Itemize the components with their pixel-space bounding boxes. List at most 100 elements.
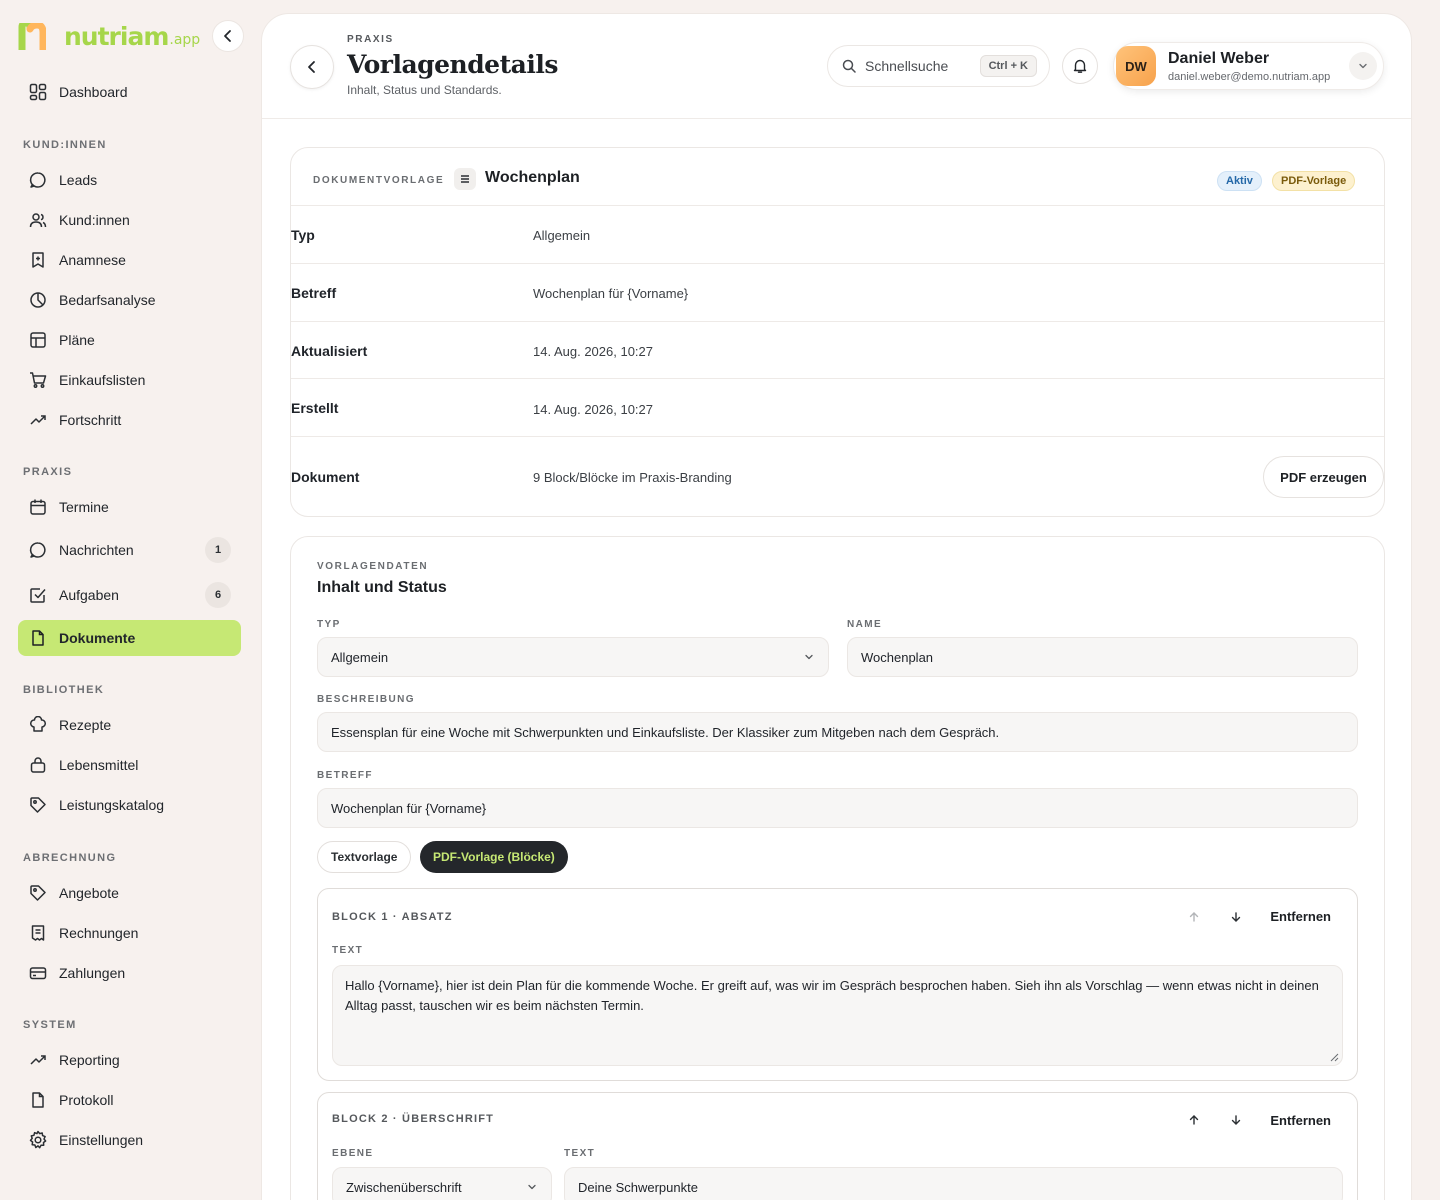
- avatar: DW: [1116, 46, 1156, 86]
- sidebar-item-fortschritt[interactable]: Fortschritt: [18, 402, 241, 438]
- search-placeholder: Schnellsuche: [865, 58, 949, 74]
- betreff-label: BETREFF: [317, 770, 373, 781]
- detail-row-aktualisiert: Aktualisiert 14. Aug. 2026, 10:27: [291, 322, 1384, 379]
- user-menu-toggle[interactable]: [1349, 52, 1377, 80]
- ebene-select[interactable]: Zwischenüberschrift: [332, 1167, 552, 1200]
- clock-chart-icon: [28, 290, 48, 310]
- message-icon: [28, 540, 48, 560]
- sidebar-item-label: Termine: [59, 499, 109, 515]
- sidebar-item-aufgaben[interactable]: Aufgaben 6: [18, 577, 241, 613]
- receipt-icon: [28, 923, 48, 943]
- sidebar-item-lebensmittel[interactable]: Lebensmittel: [18, 747, 241, 783]
- block-2-text-field[interactable]: Deine Schwerpunkte: [564, 1167, 1343, 1200]
- sidebar-item-reporting[interactable]: Reporting: [18, 1042, 241, 1078]
- sidebar-item-leistungskatalog[interactable]: Leistungskatalog: [18, 787, 241, 823]
- cart-icon: [28, 370, 48, 390]
- sidebar-item-rezepte[interactable]: Rezepte: [18, 707, 241, 743]
- detail-key: Betreff: [291, 285, 337, 301]
- brand-name: nutriam: [64, 22, 169, 51]
- section-system: SYSTEM: [23, 1019, 77, 1031]
- generate-pdf-button[interactable]: PDF erzeugen: [1263, 456, 1384, 498]
- typ-select[interactable]: Allgemein: [317, 637, 829, 677]
- user-name: Daniel Weber: [1168, 50, 1270, 67]
- detail-header: DOKUMENTVORLAGE Wochenplan Aktiv PDF-Vor…: [291, 148, 1384, 206]
- grid-table-icon: [28, 330, 48, 350]
- section-praxis: PRAXIS: [23, 466, 73, 478]
- sidebar-item-protokoll[interactable]: Protokoll: [18, 1082, 241, 1118]
- sidebar-item-einkaufslisten[interactable]: Einkaufslisten: [18, 362, 241, 398]
- detail-key: Erstellt: [291, 400, 339, 416]
- detail-row-typ: Typ Allgemein: [291, 206, 1384, 264]
- typ-label: TYP: [317, 619, 341, 630]
- quick-search[interactable]: Schnellsuche Ctrl + K: [827, 45, 1050, 87]
- sidebar-item-dashboard[interactable]: Dashboard: [18, 74, 241, 110]
- detail-row-erstellt: Erstellt 14. Aug. 2026, 10:27: [291, 379, 1384, 437]
- sidebar-item-plaene[interactable]: Pläne: [18, 322, 241, 358]
- sidebar-item-anamnese[interactable]: Anamnese: [18, 242, 241, 278]
- sidebar-item-label: Pläne: [59, 332, 95, 348]
- calendar-icon: [28, 497, 48, 517]
- sidebar-item-rechnungen[interactable]: Rechnungen: [18, 915, 241, 951]
- move-down-button[interactable]: [1224, 1108, 1248, 1132]
- move-up-button[interactable]: [1182, 1108, 1206, 1132]
- block-1-text-area[interactable]: Hallo {Vorname}, hier ist dein Plan für …: [332, 965, 1343, 1066]
- trend-up-icon: [28, 410, 48, 430]
- notifications-button[interactable]: [1062, 48, 1098, 84]
- block-title: BLOCK 2 · ÜBERSCHRIFT: [332, 1113, 495, 1125]
- name-field[interactable]: Wochenplan: [847, 637, 1358, 677]
- breadcrumb[interactable]: PRAXIS: [347, 34, 394, 45]
- mode-textvorlage-toggle[interactable]: Textvorlage: [317, 841, 412, 873]
- mode-pdf-blocks-toggle[interactable]: PDF-Vorlage (Blöcke): [420, 841, 568, 873]
- unread-count-badge: 1: [205, 537, 231, 563]
- sidebar-item-nachrichten[interactable]: Nachrichten 1: [18, 532, 241, 568]
- sidebar: nutriam .app Dashboard KUND:INNEN Leads …: [0, 0, 260, 1200]
- detail-value: Wochenplan für {Vorname}: [533, 286, 689, 301]
- sidebar-item-kundinnen[interactable]: Kund:innen: [18, 202, 241, 238]
- block-2: BLOCK 2 · ÜBERSCHRIFT Entfernen EBENE Zw…: [317, 1092, 1358, 1200]
- sidebar-item-label: Reporting: [59, 1052, 120, 1068]
- sidebar-item-zahlungen[interactable]: Zahlungen: [18, 955, 241, 991]
- detail-label: DOKUMENTVORLAGE: [313, 175, 445, 186]
- sidebar-item-label: Protokoll: [59, 1092, 114, 1108]
- betreff-field[interactable]: Wochenplan für {Vorname}: [317, 788, 1358, 828]
- remove-block-button[interactable]: Entfernen: [1270, 909, 1331, 924]
- chef-hat-icon: [28, 715, 48, 735]
- sidebar-item-dokumente[interactable]: Dokumente: [18, 620, 241, 656]
- user-menu[interactable]: DW Daniel Weber daniel.weber@demo.nutria…: [1113, 42, 1384, 90]
- sidebar-item-angebote[interactable]: Angebote: [18, 875, 241, 911]
- page-subtitle: Inhalt, Status und Standards.: [347, 83, 502, 97]
- beschreibung-field[interactable]: Essensplan für eine Woche mit Schwerpunk…: [317, 712, 1358, 752]
- move-down-button[interactable]: [1224, 905, 1248, 929]
- logo[interactable]: nutriam .app: [18, 20, 200, 50]
- name-value: Wochenplan: [861, 649, 934, 665]
- section-bibliothek: BIBLIOTHEK: [23, 684, 105, 696]
- main-panel: PRAXIS Vorlagendetails Inhalt, Status un…: [261, 13, 1412, 1200]
- betreff-value: Wochenplan für {Vorname}: [331, 800, 487, 816]
- credit-card-icon: [28, 963, 48, 983]
- basket-icon: [28, 755, 48, 775]
- typ-value: Allgemein: [331, 649, 389, 665]
- move-up-button[interactable]: [1182, 905, 1206, 929]
- beschreibung-value: Essensplan für eine Woche mit Schwerpunk…: [331, 724, 1000, 740]
- logo-mark-icon: [18, 23, 46, 50]
- resize-handle-icon[interactable]: [1330, 1053, 1339, 1062]
- remove-block-button[interactable]: Entfernen: [1270, 1113, 1331, 1128]
- status-badge: Aktiv: [1217, 171, 1262, 191]
- menu-lines-icon: [454, 168, 476, 190]
- gear-icon: [28, 1130, 48, 1150]
- collapse-sidebar-button[interactable]: [212, 20, 244, 52]
- section-abrechnung: ABRECHNUNG: [23, 852, 117, 864]
- task-count-badge: 6: [205, 582, 231, 608]
- document-icon: [28, 1090, 48, 1110]
- sidebar-item-leads[interactable]: Leads: [18, 162, 241, 198]
- sidebar-item-einstellungen[interactable]: Einstellungen: [18, 1122, 241, 1158]
- sidebar-item-termine[interactable]: Termine: [18, 489, 241, 525]
- text-label: TEXT: [564, 1148, 596, 1159]
- arrow-up-icon: [1189, 912, 1199, 922]
- back-button[interactable]: [290, 45, 334, 89]
- section-kunden: KUND:INNEN: [23, 139, 107, 151]
- chevron-down-icon: [805, 654, 813, 660]
- sidebar-item-bedarfsanalyse[interactable]: Bedarfsanalyse: [18, 282, 241, 318]
- sidebar-item-label: Nachrichten: [59, 542, 134, 558]
- brand-tld: .app: [169, 32, 201, 48]
